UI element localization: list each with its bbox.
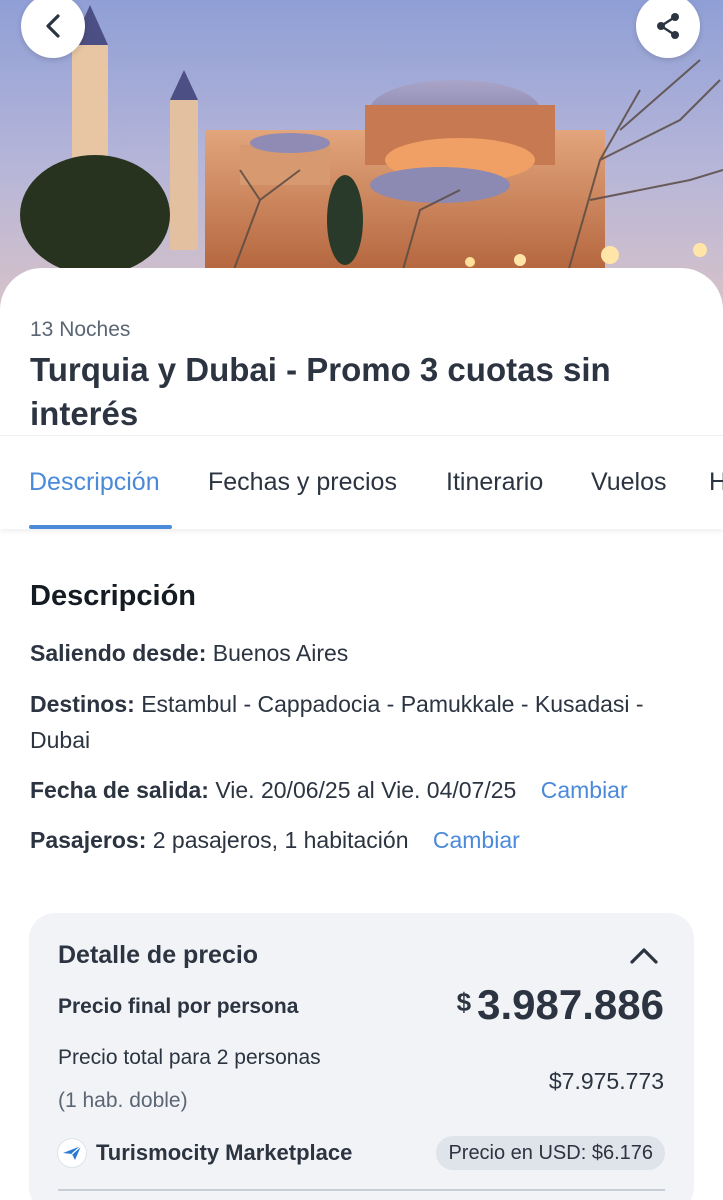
package-title: Turquia y Dubai - Promo 3 cuotas sin int… [30,351,611,432]
departure-date-row: Fecha de salida: Vie. 20/06/25 al Vie. 0… [30,772,695,808]
passengers-row: Pasajeros: 2 pasajeros, 1 habitación Cam… [30,822,695,858]
change-date-link[interactable]: Cambiar [541,777,628,803]
usd-price-badge: Precio en USD: $6.176 [436,1136,665,1170]
tab-fechas-y-precios[interactable]: Fechas y precios [208,468,397,497]
currency-symbol: $ [456,987,472,1017]
collapse-button[interactable] [627,943,661,969]
card-divider [58,1189,665,1191]
seller-brand: Turismocity Marketplace [58,1139,352,1167]
origin-value: Buenos Aires [212,640,349,666]
turismocity-logo-icon [58,1139,86,1167]
seller-name: Turismocity Marketplace [96,1140,353,1165]
departure-date-label: Fecha de salida: [30,777,209,803]
passengers-value: 2 pasajeros, 1 habitación [152,827,409,853]
tab-descripcion[interactable]: Descripción [29,468,160,497]
price-per-person-value: 3.987.886 [477,981,664,1028]
total-price-value: $7.975.773 [548,1068,664,1094]
chevron-left-icon [42,13,64,39]
total-price-label: Precio total para 2 personas [58,1046,321,1069]
tab-vuelos[interactable]: Vuelos [591,468,667,497]
active-tab-indicator [29,525,172,529]
price-detail-title: Detalle de precio [58,941,259,969]
price-per-person-label: Precio final por persona [58,995,299,1018]
nights-label: 13 Noches [30,318,131,341]
price-per-person: $ 3.987.886 [457,981,664,1029]
tab-bar: Descripción Fechas y precios Itinerario … [0,435,723,529]
hero-image [0,0,723,310]
price-detail-card: Detalle de precio Precio final por perso… [29,913,694,1200]
tab-hotel[interactable]: H [709,468,723,497]
destinations-label: Destinos: [30,691,135,717]
change-passengers-link[interactable]: Cambiar [433,827,520,853]
share-icon [653,11,683,41]
passengers-label: Pasajeros: [30,827,147,853]
chevron-up-icon [627,948,661,973]
origin-label: Saliendo desde: [30,640,207,666]
description-heading: Descripción [30,580,196,612]
room-type-label: (1 hab. doble) [58,1089,188,1112]
tab-itinerario[interactable]: Itinerario [446,468,543,497]
destinations-row: Destinos: Estambul - Cappadocia - Pamukk… [30,686,695,758]
departure-date-value: Vie. 20/06/25 al Vie. 04/07/25 [215,777,517,803]
origin-row: Saliendo desde: Buenos Aires [30,635,695,671]
